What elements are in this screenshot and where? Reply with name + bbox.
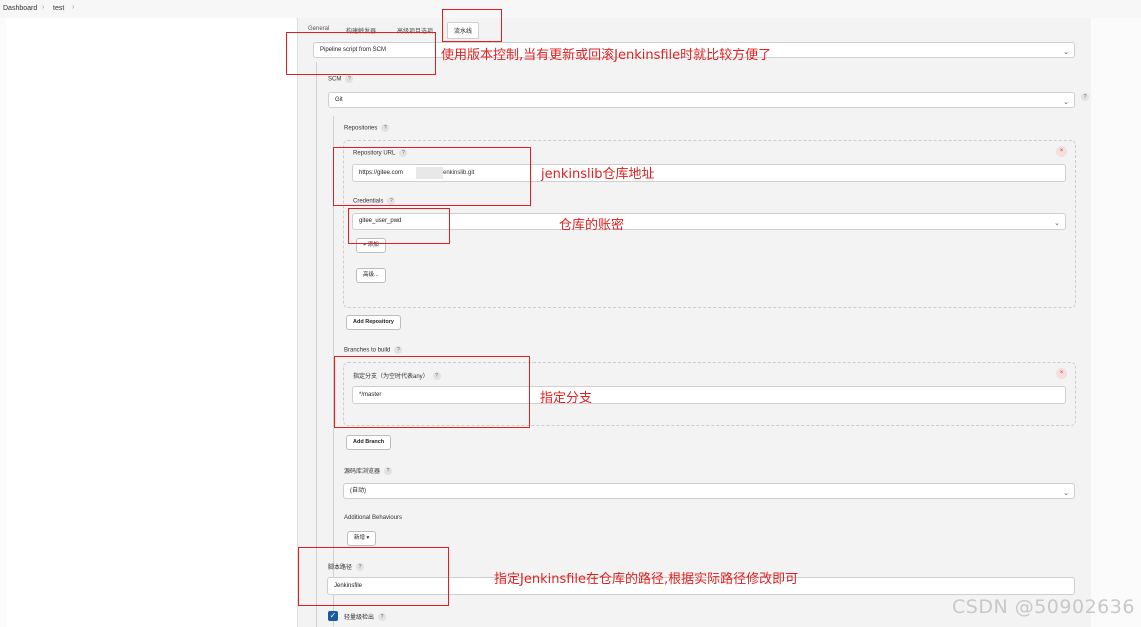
repositories-label: Repositories? [344,124,390,132]
chevron-down-icon: ⌄ [1063,490,1069,497]
lightweight-checkout-checkbox[interactable]: ✓ [328,611,338,621]
repository-browser-value: (自动) [350,488,366,494]
chevron-down-icon: ⌄ [1054,220,1060,227]
annotation-box-branch [334,356,530,428]
annotation-box-definition [286,32,436,75]
help-icon[interactable]: ? [1081,93,1089,101]
chevron-down-icon: ⌄ [1063,49,1069,56]
annotation-path-note: 指定Jenkinsfile在仓库的路径,根据实际路径修改即可 [494,572,799,587]
scm-select[interactable]: Git ⌄ [328,92,1075,108]
annotation-credentials-note: 仓库的账密 [559,218,625,233]
scm-value: Git [335,97,343,103]
lightweight-checkout-label: 轻量级检出? [344,612,387,622]
additional-behaviours-label: Additional Behaviours [344,515,403,521]
annotation-box-repository-url [333,147,531,206]
annotation-branch-note: 指定分支 [540,391,593,406]
config-panel [297,18,1092,627]
help-icon[interactable]: ? [381,124,390,132]
annotation-box-script-path [298,547,449,606]
add-repository-button[interactable]: Add Repository [346,315,401,330]
annotation-box-pipeline-tab [442,9,502,42]
credentials-select[interactable]: gitee_user_pwd ⌄ [352,213,1066,230]
branches-label: Branches to build? [344,346,403,354]
help-icon[interactable]: ? [384,467,393,476]
annotation-repo-note: jenkinslib仓库地址 [541,167,655,182]
scm-label: SCM? [328,75,354,83]
section-indent-line [316,62,317,627]
right-side [1091,18,1141,627]
close-icon[interactable]: × [1056,146,1067,157]
repository-browser-label: 源码库浏览器? [344,466,393,476]
close-icon[interactable]: × [1056,368,1067,379]
breadcrumb-test[interactable]: test [53,5,64,12]
chevron-down-icon: ⌄ [1063,99,1069,106]
top-bar [0,0,1141,19]
gutter [6,18,296,627]
repository-browser-select[interactable]: (自动) ⌄ [343,483,1075,499]
annotation-box-credentials [348,208,450,244]
breadcrumb-separator: › [72,4,75,11]
help-icon[interactable]: ? [345,75,354,83]
watermark: CSDN @50902636 [952,596,1135,618]
annotation-scm-note: 使用版本控制,当有更新或回滚Jenkinsfile时就比较方便了 [441,48,772,63]
help-icon[interactable]: ? [394,346,403,354]
breadcrumb-separator: › [42,4,45,11]
advanced-button[interactable]: 高级... [356,268,386,283]
add-behaviour-button[interactable]: 新增 ▾ [347,531,377,546]
breadcrumb-dashboard[interactable]: Dashboard [3,5,37,12]
help-icon[interactable]: ? [378,613,387,622]
add-branch-button[interactable]: Add Branch [346,435,392,450]
